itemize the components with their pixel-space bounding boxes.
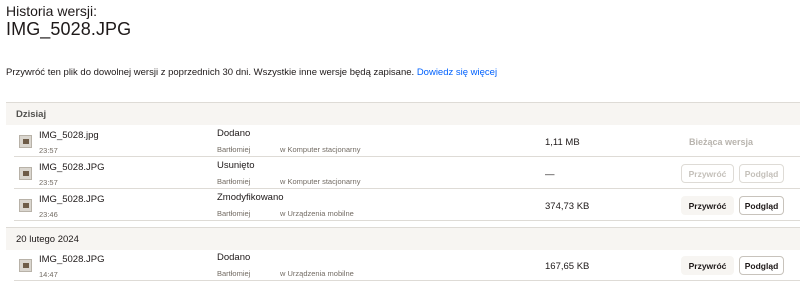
author-name: Bartłomiej [217,145,251,154]
version-row: IMG_5028.jpg 23:57 Dodano Bartłomiej w K… [14,125,800,157]
author-name: Bartłomiej [217,269,251,278]
version-history-label: Historia wersji: [6,3,98,19]
section-header-today: Dzisiaj [6,102,800,125]
file-time: 23:57 [39,146,58,155]
description: Przywróć ten plik do dowolnej wersji z p… [6,67,497,78]
file-title: IMG_5028.JPG [6,19,132,39]
action-label: Dodano [217,128,251,139]
image-thumbnail [19,259,32,272]
version-row: IMG_5028.JPG 14:47 Dodano Bartłomiej w U… [14,249,800,281]
restore-button[interactable]: Przywróć [681,256,734,275]
restore-button[interactable]: Przywróć [681,164,734,183]
section-label: 20 lutego 2024 [16,234,79,245]
file-time: 14:47 [39,270,58,279]
description-text: Przywróć ten plik do dowolnej wersji z p… [6,67,415,78]
action-label: Dodano [217,252,251,263]
image-thumbnail [19,199,32,212]
file-name: IMG_5028.JPG [39,162,105,173]
version-row: IMG_5028.JPG 23:46 Zmodyfikowano Bartłom… [14,189,800,221]
version-row: IMG_5028.JPG 23:57 Usunięto Bartłomiej w… [14,157,800,189]
section-label: Dzisiaj [16,109,47,120]
file-size: — [545,169,555,180]
device-location: w Komputer stacjonarny [280,177,361,186]
preview-button[interactable]: Podgląd [739,196,784,215]
file-size: 1,11 MB [545,137,580,148]
file-size: 167,65 KB [545,261,590,272]
file-time: 23:57 [39,178,58,187]
preview-button[interactable]: Podgląd [739,164,784,183]
device-location: w Urządzenia mobilne [280,269,354,278]
section-header-date: 20 lutego 2024 [6,227,800,250]
file-name: IMG_5028.JPG [39,194,105,205]
author-name: Bartłomiej [217,177,251,186]
device-location: w Urządzenia mobilne [280,209,354,218]
action-label: Zmodyfikowano [217,192,284,203]
restore-button[interactable]: Przywróć [681,196,734,215]
file-name: IMG_5028.JPG [39,254,105,265]
preview-button[interactable]: Podgląd [739,256,784,275]
file-size: 374,73 KB [545,201,590,212]
learn-more-link[interactable]: Dowiedz się więcej [417,67,497,78]
file-name: IMG_5028.jpg [39,130,99,141]
action-label: Usunięto [217,160,255,171]
current-version-label: Bieżąca wersja [689,137,754,147]
image-thumbnail [19,167,32,180]
file-time: 23:46 [39,210,58,219]
author-name: Bartłomiej [217,209,251,218]
image-thumbnail [19,135,32,148]
device-location: w Komputer stacjonarny [280,145,361,154]
